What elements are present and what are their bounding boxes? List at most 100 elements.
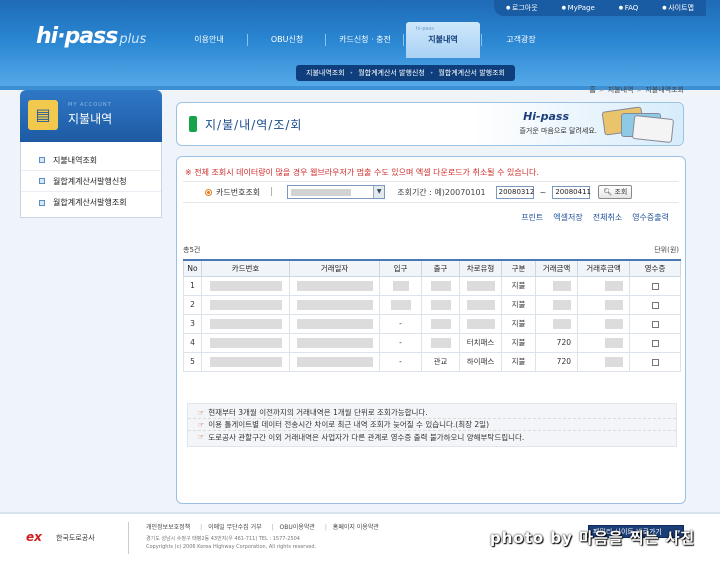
type-cell: 지불: [501, 294, 536, 315]
print-link[interactable]: 프린트: [521, 212, 543, 223]
nav-customer-plaza[interactable]: 고객광장: [481, 22, 558, 58]
table-row: 1 지불: [183, 275, 681, 296]
period-label: 조회기간 : 예)20070101: [397, 187, 486, 197]
sitemap-link[interactable]: 사이트맵: [662, 0, 694, 16]
nav-card-charge[interactable]: 카드신청 · 충전: [325, 22, 402, 58]
table-row: 2 지불: [183, 294, 681, 315]
hipass-banner: Hi-pass 즐거운 마음으로 달려세요.: [473, 103, 683, 145]
site-header: 로그아웃 MyPage FAQ 사이트맵 hi·passplus 이용안내 OB…: [0, 0, 720, 90]
amount-cell: [535, 313, 578, 334]
table-row: 5 - 관교 하이패스 지불 720: [183, 351, 681, 372]
site-terms-link[interactable]: 홈페이지 이용약관: [325, 522, 379, 531]
breadcrumb-home[interactable]: 홈: [589, 86, 595, 94]
search-button-label: 조회: [614, 188, 628, 196]
sidebar-item-label: 지불내역조회: [53, 155, 98, 165]
entry-cell: [379, 275, 422, 296]
action-links: 프린트 엑셀저장 전체취소 영수증출력: [511, 212, 669, 223]
card-number-radio[interactable]: [205, 188, 212, 196]
faq-link[interactable]: FAQ: [619, 0, 639, 16]
subnav-invoice-apply[interactable]: 월합계계산서 발행신청: [358, 68, 425, 78]
nav-mini-label: hi-pass: [416, 26, 434, 32]
sidebar-item-invoice-inquiry[interactable]: 월합계계산서발행조회: [21, 192, 161, 213]
type-cell: 지불: [501, 275, 536, 296]
info-item: ☞ 현재부터 3개월 이전까지의 거래내역은 1개월 단위로 조회가능합니다.: [188, 407, 676, 419]
info-item: ☞ 이용 톨게이트별 데이터 전송시간 차이로 최근 내역 조회가 늦어질 수 있…: [188, 419, 676, 431]
subnav-payment-inquiry[interactable]: 지불내역조회: [306, 68, 345, 78]
end-date-input[interactable]: 20080411: [552, 185, 591, 199]
privacy-policy-link[interactable]: 개인정보보호정책: [146, 522, 190, 531]
ex-logo: ex: [26, 530, 42, 544]
page-body: 홈 > 지불내역 > 지불내역조회 ▤ MY ACCOUNT 지불내역 지불내역조회 월…: [0, 86, 720, 512]
exit-cell: [421, 332, 460, 353]
logo-sub: plus: [119, 32, 147, 47]
sidebar-item-label: 월합계계산서발행조회: [53, 198, 127, 207]
col-lane-type: 차로유형: [459, 259, 502, 277]
col-exit: 출구: [421, 259, 460, 277]
table-row: 4 - 터치패스 지불 720: [183, 332, 681, 353]
amount-cell: 720: [535, 332, 578, 353]
subnav-invoice-inquiry[interactable]: 월합계계산서 발행조회: [438, 68, 505, 78]
result-count: 총5건: [183, 246, 201, 254]
receipt-checkbox[interactable]: [651, 301, 659, 309]
receipt-checkbox[interactable]: [651, 339, 659, 347]
sidebar-item-invoice-apply[interactable]: 월합계계산서발행신청: [21, 171, 161, 192]
sidebar-item-label: 월합계계산서발행신청: [53, 176, 127, 186]
row-no: 5: [183, 351, 202, 372]
balance-cell: [577, 313, 630, 334]
sub-nav: 지불내역조회 • 월합계계산서 발행신청 • 월합계계산서 발행조회: [296, 65, 515, 81]
balance-cell: [577, 275, 630, 296]
amount-cell: [535, 275, 578, 296]
utility-links: 로그아웃 MyPage FAQ 사이트맵: [493, 0, 706, 16]
breadcrumb-current: 지불내역조회: [645, 86, 684, 94]
info-box: ☞ 현재부터 3개월 이전까지의 거래내역은 1개월 단위로 조회가능합니다. ☞…: [187, 403, 677, 447]
mypage-link[interactable]: MyPage: [562, 0, 595, 16]
card-number-label: 카드번호조회: [216, 187, 261, 197]
nav-usage-guide[interactable]: 이용안내: [172, 22, 246, 58]
start-date-input[interactable]: 20080312: [495, 185, 534, 199]
info-tip-icon: ☞: [198, 408, 205, 417]
breadcrumb-section[interactable]: 지불내역: [608, 86, 634, 94]
col-entry: 입구: [379, 259, 422, 277]
photo-watermark: photo by 마음을 찍는 사진: [490, 529, 696, 547]
search-button[interactable]: 🔍︎ 조회: [598, 185, 633, 199]
card-number-cell: [201, 332, 290, 353]
account-icon: ▤: [28, 100, 58, 130]
col-no: No: [183, 259, 202, 277]
card-number-cell: [201, 275, 290, 296]
hipass-plus-logo[interactable]: hi·pass plus: [36, 24, 146, 49]
exit-cell: [421, 313, 460, 334]
square-bullet-icon: [39, 157, 45, 163]
nav-payment-history[interactable]: hi-pass 지불내역: [403, 22, 480, 58]
receipt-checkbox[interactable]: [651, 320, 659, 328]
balance-cell: [577, 294, 630, 315]
receipt-checkbox[interactable]: [651, 358, 659, 366]
type-cell: 지불: [501, 313, 536, 334]
date-cell: [289, 294, 380, 315]
sidebar-title: 지불내역: [68, 112, 113, 126]
exit-cell: [421, 294, 460, 315]
obu-terms-link[interactable]: OBU이용약관: [272, 522, 315, 531]
subnav-separator: •: [429, 69, 434, 77]
content-panel: ※ 전체 조회시 데이터량이 많을 경우 웹브라우저가 멈출 수도 있으며 엑셀…: [176, 156, 686, 504]
logout-link[interactable]: 로그아웃: [506, 0, 538, 16]
sidebar-item-payment-inquiry[interactable]: 지불내역조회: [21, 150, 161, 171]
org-name: 한국도로공사: [56, 534, 95, 542]
info-item: ☞ 도로공사 관할구간 이외 거래내역은 사업자가 다른 관계로 영수증 출력 불…: [188, 431, 676, 443]
page-title: 지/불/내/역/조/회: [205, 118, 303, 132]
cancel-all-link[interactable]: 전체취소: [593, 212, 622, 223]
hipass-cards-illustration: [601, 106, 675, 144]
entry-cell: -: [379, 313, 422, 334]
info-text: 도로공사 관할구간 이외 거래내역은 사업자가 다른 관계로 영수증 출력 불가…: [208, 432, 525, 442]
date-cell: [289, 332, 380, 353]
balance-cell: [577, 332, 630, 353]
divider: |: [270, 187, 274, 197]
table-header-row: No 카드번호 거래일자 입구 출구 차로유형 구분 거래금액 거래후금액 영수…: [183, 259, 681, 277]
nav-obu-apply[interactable]: OBU신청: [247, 22, 324, 58]
card-number-select[interactable]: ▼: [287, 185, 386, 199]
email-refusal-link[interactable]: 이메일 무단수집 거부: [200, 522, 262, 531]
receipt-print-link[interactable]: 영수증출력: [632, 212, 669, 223]
excel-save-link[interactable]: 엑셀저장: [553, 212, 582, 223]
receipt-checkbox[interactable]: [651, 282, 659, 290]
card-number-cell: [201, 351, 290, 372]
row-no: 4: [183, 332, 202, 353]
